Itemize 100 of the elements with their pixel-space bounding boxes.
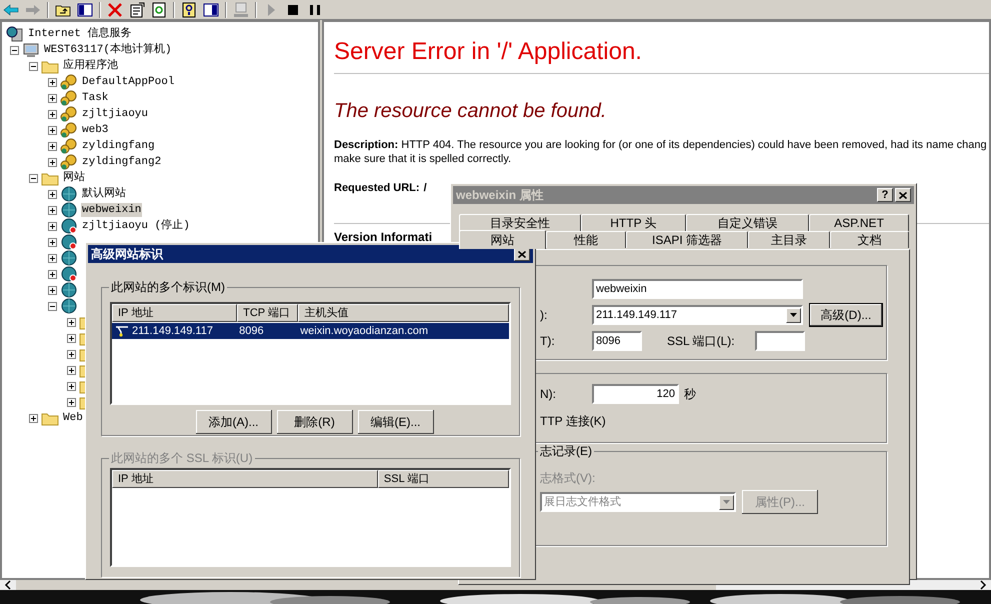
tree-expander[interactable] [48,302,57,310]
list-cell-text: 8096 [239,324,264,339]
tree-item[interactable]: web3 [81,123,110,137]
dialog-tab[interactable]: 主目录 [748,231,830,248]
server-globe-icon [6,26,24,42]
list-cell-text: weixin.woyaodianzan.com [300,324,428,339]
plug-icon [114,325,130,337]
tree-expander[interactable] [29,62,38,70]
caret-icon [790,313,797,317]
tree-expander[interactable] [67,318,76,326]
tree-item[interactable]: zjltjiaoyu (停止) [81,219,191,233]
tree-expander[interactable] [48,206,57,214]
stopped-globe-icon [60,234,78,250]
checkbox-label[interactable]: TTP 连接(K) [540,412,606,430]
tree-expander[interactable] [48,190,57,198]
list-row[interactable]: 211.149.149.117 8096 weixin.woyaodianzan.com [112,323,509,339]
dialog-title: 高级网站标识 [91,246,164,263]
timeout-field[interactable]: 120 [592,384,679,404]
tree-expander[interactable] [67,398,76,406]
tree-item[interactable]: WEST63117(本地计算机) [43,43,173,57]
gears-icon [60,154,78,170]
globe-icon [60,186,78,202]
field-label: 志格式(V): [540,470,596,487]
tree-item[interactable]: 网站 [62,171,86,185]
dialog-title: webweixin 属性 [456,187,544,204]
tree-expander[interactable] [48,126,57,134]
tree-expander[interactable] [48,158,57,166]
dialog-tab[interactable]: 目录安全性 [459,214,581,231]
properties-icon[interactable] [129,2,145,18]
stopped-globe-icon [60,266,78,282]
error-title: Server Error in '/' Application. [334,37,643,67]
help-button[interactable]: ? [877,188,893,202]
dialog-button[interactable]: 删除(R) [276,410,352,434]
tree-pane-icon[interactable] [77,2,93,18]
group-legend: 志记录(E) [538,444,594,458]
description-field[interactable]: webweixin [592,279,803,299]
tree-item[interactable]: Internet 信息服务 [27,27,132,41]
tree-item[interactable]: zyldingfang2 [81,155,162,169]
list-cell-text: 211.149.149.117 [132,324,213,339]
tree-expander[interactable] [67,382,76,390]
tree-expander[interactable] [48,110,57,118]
tree-item[interactable]: zyldingfang [81,139,156,153]
gears-icon [60,106,78,122]
column-header[interactable]: TCP 端口 [237,304,298,322]
dialog-tab[interactable]: ASP.NET [809,214,909,231]
globe-icon [60,250,78,266]
dialog-button[interactable]: 编辑(E)... [358,410,434,434]
dialog-button[interactable]: 添加(A)... [196,410,272,434]
requested-url: / [424,181,427,196]
tree-expander[interactable] [48,254,57,262]
dialog-tab[interactable]: HTTP 头 [581,214,686,231]
stopped-globe-icon [60,218,78,234]
tree-expander[interactable] [67,366,76,374]
globe-icon [60,298,78,314]
help-document-icon[interactable] [181,2,197,18]
tree-expander[interactable] [48,270,57,278]
tree-expander[interactable] [48,238,57,246]
field-label: T): [540,333,556,350]
tree-expander[interactable] [48,78,57,86]
gears-icon [60,122,78,138]
ip-address-dropdown[interactable]: 211.149.149.117 [592,305,803,325]
action-pane-icon[interactable] [203,2,219,18]
close-icon [518,250,526,258]
dialog-tab[interactable]: 网站 [459,230,546,249]
tree-expander[interactable] [48,222,57,230]
tree-item[interactable]: DefaultAppPool [81,75,176,89]
tree-expander[interactable] [48,286,57,294]
gears-icon [60,138,78,154]
version-label: Version Informati [334,228,432,246]
tree-item[interactable]: Web [62,411,84,425]
tree-item[interactable]: zjltjiaoyu [81,107,150,121]
refresh-icon[interactable] [151,2,167,18]
tcp-port-field[interactable]: 8096 [592,331,642,351]
close-button[interactable] [895,188,911,202]
tree-item[interactable]: webweixin [81,203,142,217]
tree-expander[interactable] [48,142,57,150]
gears-icon [60,74,78,90]
dialog-tab[interactable]: 文档 [830,231,909,248]
tree-expander[interactable] [10,46,19,54]
gears-icon [60,90,78,106]
group-legend: 此网站的多个标识(M) [109,280,227,294]
dialog-button[interactable]: 高级(D)... [809,303,883,327]
column-header[interactable]: 主机头值 [298,304,510,322]
caret-icon [723,500,730,504]
tree-item[interactable]: 默认网站 [81,187,127,201]
ssl-port-field[interactable] [755,331,805,351]
dialog-tab[interactable]: 性能 [546,231,626,248]
tree-expander[interactable] [67,350,76,358]
tree-expander[interactable] [29,174,38,182]
delete-icon[interactable] [107,2,123,18]
tree-expander[interactable] [67,334,76,342]
tree-expander[interactable] [29,414,38,422]
back-arrow-icon[interactable] [3,2,19,18]
tree-item[interactable]: Task [81,91,110,105]
tree-item[interactable]: 应用程序池 [62,59,119,73]
dialog-tab[interactable]: 自定义错误 [686,214,809,231]
dialog-tab[interactable]: ISAPI 筛选器 [626,231,748,248]
column-header[interactable]: IP 地址 [112,304,238,322]
field-label: SSL 端口(L): [667,333,736,350]
tree-expander[interactable] [48,94,57,102]
